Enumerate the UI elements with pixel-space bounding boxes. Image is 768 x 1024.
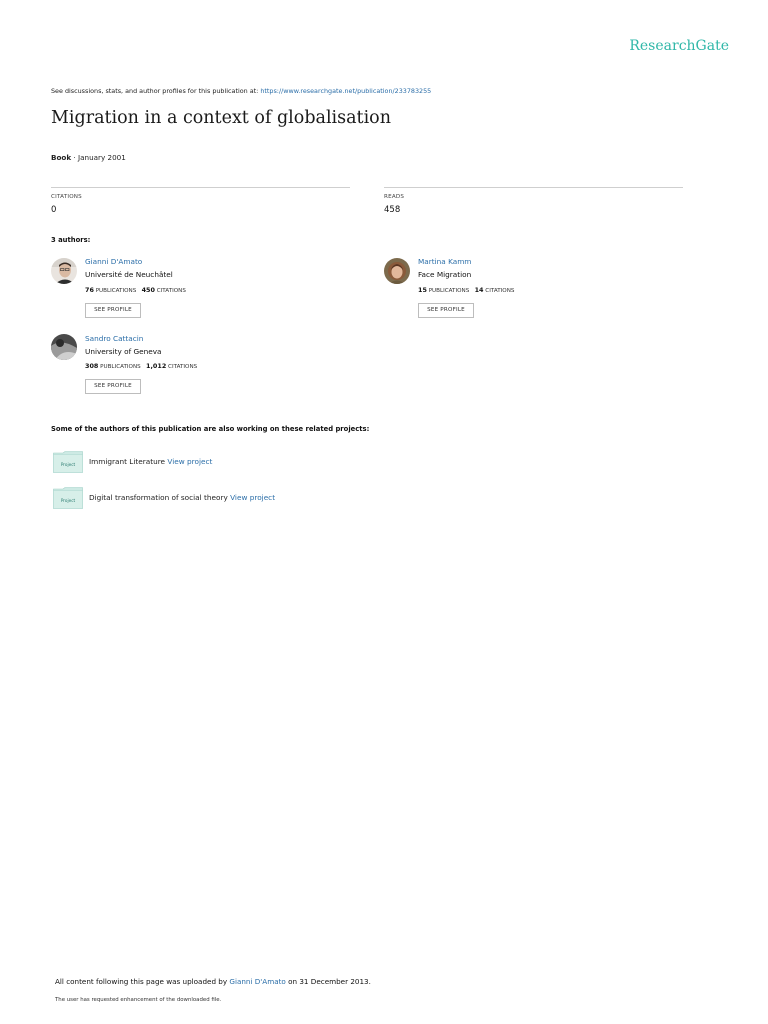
- author-citations-count: 1,012: [146, 362, 167, 370]
- publication-date: January 2001: [78, 153, 126, 162]
- project-icon-label: Project: [61, 498, 76, 503]
- meta-separator: ·: [71, 153, 78, 162]
- author-stats: 76 PUBLICATIONS 450 CITATIONS: [85, 286, 186, 294]
- author-affiliation: Face Migration: [418, 270, 472, 279]
- reads-label: READS: [384, 194, 405, 200]
- author-photo-icon: [51, 334, 77, 360]
- author-publications-count: 308: [85, 362, 99, 370]
- see-profile-button[interactable]: SEE PROFILE: [418, 303, 474, 318]
- reads-divider: [384, 187, 683, 188]
- project-folder-icon: Project: [53, 451, 83, 473]
- author-photo-icon: [384, 258, 410, 284]
- citations-divider: [51, 187, 350, 188]
- researchgate-logo[interactable]: ResearchGate: [629, 38, 729, 54]
- author-name-link[interactable]: Gianni D'Amato: [85, 257, 142, 266]
- authors-heading: 3 authors:: [51, 236, 91, 244]
- publication-type: Book: [51, 153, 72, 162]
- project-icon-label: Project: [61, 462, 76, 467]
- author-publications-count: 15: [418, 286, 427, 294]
- author-citations-count: 14: [474, 286, 484, 294]
- author-citations-label: CITATIONS: [168, 364, 198, 370]
- see-profile-button[interactable]: SEE PROFILE: [85, 379, 141, 394]
- project-row: Immigrant Literature View project: [89, 457, 212, 466]
- project-name: Digital transformation of social theory: [89, 493, 228, 502]
- view-project-link[interactable]: View project: [167, 457, 212, 466]
- reads-value: 458: [384, 205, 401, 215]
- enhancement-note: The user has requested enhancement of th…: [55, 997, 222, 1003]
- project-row: Digital transformation of social theory …: [89, 493, 275, 502]
- citations-value: 0: [51, 205, 57, 215]
- view-project-link[interactable]: View project: [230, 493, 275, 502]
- author-name-link[interactable]: Sandro Cattacin: [85, 334, 143, 343]
- uploader-link[interactable]: Gianni D'Amato: [229, 977, 285, 986]
- avatar[interactable]: [51, 334, 77, 360]
- upload-prefix: All content following this page was uplo…: [55, 977, 230, 986]
- author-affiliation: University of Geneva: [85, 347, 162, 356]
- author-name-link[interactable]: Martina Kamm: [418, 257, 471, 266]
- author-affiliation: Université de Neuchâtel: [85, 270, 173, 279]
- author-citations-label: CITATIONS: [485, 288, 515, 294]
- publication-meta: Book · January 2001: [51, 153, 126, 162]
- publication-url-link[interactable]: https://www.researchgate.net/publication…: [260, 87, 431, 95]
- publication-title: Migration in a context of globalisation: [51, 108, 391, 128]
- upload-suffix: on 31 December 2013.: [285, 977, 371, 986]
- see-profile-button[interactable]: SEE PROFILE: [85, 303, 141, 318]
- author-publications-count: 76: [85, 286, 94, 294]
- author-stats: 308 PUBLICATIONS 1,012 CITATIONS: [85, 362, 197, 370]
- author-stats: 15 PUBLICATIONS 14 CITATIONS: [418, 286, 514, 294]
- author-publications-label: PUBLICATIONS: [95, 288, 137, 294]
- author-citations-count: 450: [141, 286, 155, 294]
- project-name: Immigrant Literature: [89, 457, 166, 466]
- author-publications-label: PUBLICATIONS: [100, 364, 141, 370]
- project-folder-icon: Project: [53, 487, 83, 509]
- avatar[interactable]: [384, 258, 410, 284]
- author-citations-label: CITATIONS: [156, 288, 186, 294]
- upload-notice: All content following this page was uplo…: [55, 977, 371, 986]
- discussion-prefix: See discussions, stats, and author profi…: [51, 87, 261, 95]
- avatar[interactable]: [51, 258, 77, 284]
- discussion-line: See discussions, stats, and author profi…: [51, 87, 431, 95]
- author-publications-label: PUBLICATIONS: [428, 288, 470, 294]
- citations-label: CITATIONS: [51, 194, 82, 200]
- related-projects-heading: Some of the authors of this publication …: [51, 425, 370, 433]
- author-photo-icon: [51, 258, 77, 284]
